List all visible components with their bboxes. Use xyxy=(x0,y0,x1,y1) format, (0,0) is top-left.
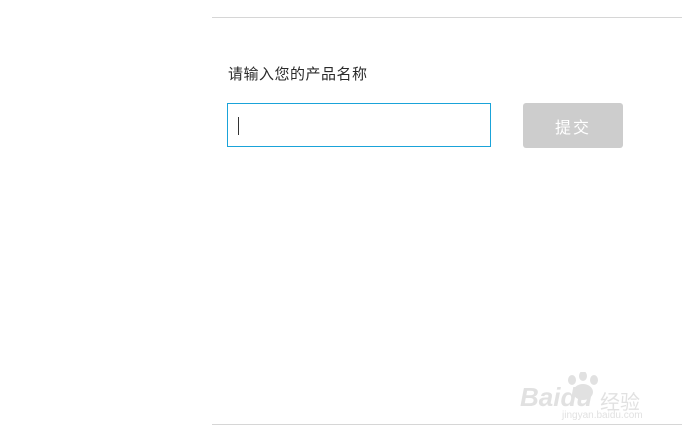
watermark-url: jingyan.baidu.com xyxy=(562,410,643,421)
top-divider xyxy=(212,17,682,18)
page: 请输入您的产品名称 提交 Baidu 经验 jingyan.baidu.com xyxy=(0,0,682,445)
text-caret xyxy=(238,117,239,135)
submit-button[interactable]: 提交 xyxy=(523,103,623,148)
bottom-strip xyxy=(0,425,682,445)
watermark-brand: Baidu xyxy=(520,382,593,412)
product-name-input[interactable] xyxy=(228,104,490,146)
product-name-field[interactable] xyxy=(227,103,491,147)
baidu-jingyan-watermark: Baidu 经验 jingyan.baidu.com xyxy=(520,372,650,421)
product-name-prompt: 请输入您的产品名称 xyxy=(228,65,368,83)
